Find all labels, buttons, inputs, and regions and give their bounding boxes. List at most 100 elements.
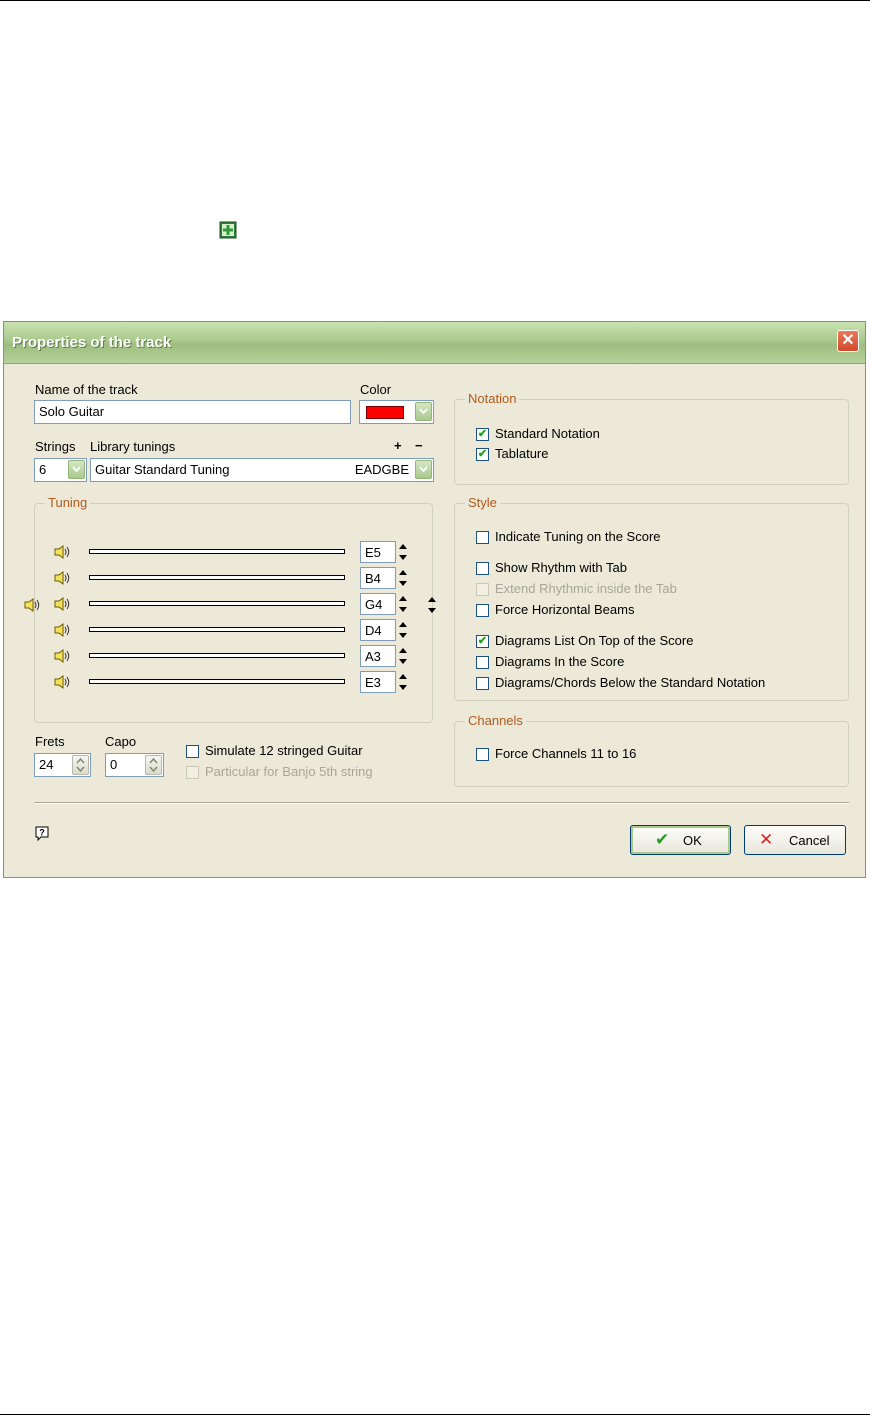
- page-bottom-rule: [0, 1414, 870, 1415]
- up-down-arrows-icon[interactable]: [397, 619, 409, 641]
- tuning-group-title: Tuning: [45, 495, 91, 510]
- string-note: E3: [365, 675, 381, 690]
- chevron-down-icon: [419, 408, 428, 415]
- capo-value: 0: [110, 757, 118, 772]
- notation-option-label: Tablature: [495, 446, 549, 461]
- string-note: B4: [365, 571, 381, 586]
- simulate-12-string-checkbox[interactable]: [186, 745, 199, 758]
- style-checkbox[interactable]: [476, 677, 489, 690]
- library-add-button[interactable]: +: [394, 438, 402, 453]
- help-icon[interactable]: ?: [34, 825, 50, 841]
- color-swatch: [366, 406, 404, 419]
- svg-text:?: ?: [39, 828, 45, 838]
- frets-spin-buttons[interactable]: [72, 755, 89, 775]
- frets-spinner[interactable]: 24: [34, 753, 91, 777]
- speaker-icon[interactable]: [54, 571, 72, 585]
- strings-label: Strings: [35, 439, 76, 454]
- string-note-box[interactable]: A3: [360, 645, 396, 667]
- style-option-label: Force Horizontal Beams: [495, 602, 635, 617]
- library-dropdown-button[interactable]: [415, 460, 432, 479]
- close-button[interactable]: ✕: [837, 330, 859, 352]
- string-note: D4: [365, 623, 382, 638]
- color-label: Color: [360, 382, 392, 397]
- cancel-label: Cancel: [789, 833, 830, 848]
- style-checkbox[interactable]: [476, 562, 489, 575]
- speaker-all-icon[interactable]: [24, 598, 42, 612]
- color-dropdown-button[interactable]: [415, 402, 432, 421]
- string-line: [89, 601, 345, 606]
- library-tuning-name: Guitar Standard Tuning: [95, 462, 230, 477]
- strings-dropdown-button[interactable]: [68, 460, 85, 479]
- string-note: A3: [365, 649, 381, 664]
- force-channels-label: Force Channels 11 to 16: [495, 746, 637, 761]
- strings-value: 6: [39, 462, 47, 477]
- dialog-titlebar: Properties of the track ✕: [4, 322, 865, 364]
- frets-value: 24: [39, 757, 54, 772]
- string-line: [89, 575, 345, 580]
- up-down-arrows-icon[interactable]: [397, 541, 409, 563]
- string-note-box[interactable]: E5: [360, 541, 396, 563]
- cancel-button[interactable]: ✕ Cancel: [744, 825, 846, 855]
- add-track-icon: [219, 221, 237, 239]
- bottom-separator: [34, 802, 849, 804]
- dialog-title: Properties of the track: [12, 334, 172, 351]
- up-down-arrows-icon[interactable]: [397, 567, 409, 589]
- style-option-label: Diagrams In the Score: [495, 654, 625, 669]
- string-line: [89, 679, 345, 684]
- style-checkbox[interactable]: [476, 656, 489, 669]
- string-note: G4: [365, 597, 383, 612]
- style-checkbox[interactable]: [476, 531, 489, 544]
- style-option-label: Diagrams List On Top of the Score: [495, 633, 694, 648]
- string-line: [89, 627, 345, 632]
- speaker-icon[interactable]: [54, 545, 72, 559]
- spin-arrows-icon: [76, 757, 85, 773]
- cancel-x-icon: ✕: [759, 830, 774, 849]
- capo-spin-buttons[interactable]: [145, 755, 162, 775]
- track-properties-dialog: Properties of the track ✕ Name of the tr…: [3, 321, 866, 878]
- speaker-icon[interactable]: [54, 597, 72, 611]
- frets-label: Frets: [35, 734, 65, 749]
- force-channels-checkbox[interactable]: [476, 748, 489, 761]
- page-top-rule: [0, 0, 870, 1]
- track-name-label: Name of the track: [35, 382, 138, 397]
- speaker-icon[interactable]: [54, 649, 72, 663]
- string-note: E5: [365, 545, 381, 560]
- library-tunings-select[interactable]: Guitar Standard Tuning EADGBE: [90, 458, 434, 482]
- speaker-icon[interactable]: [54, 675, 72, 689]
- notation-checkbox[interactable]: ✔: [476, 448, 489, 461]
- capo-label: Capo: [105, 734, 137, 749]
- speaker-icon[interactable]: [54, 623, 72, 637]
- string-note-box[interactable]: B4: [360, 567, 396, 589]
- style-checkbox[interactable]: [476, 583, 489, 596]
- up-down-arrows-icon[interactable]: [397, 671, 409, 693]
- notation-group-title: Notation: [465, 391, 520, 406]
- string-line: [89, 549, 345, 554]
- up-down-arrows-icon[interactable]: [397, 645, 409, 667]
- library-tunings-label: Library tunings: [90, 439, 176, 454]
- style-option-label: Show Rhythm with Tab: [495, 560, 627, 575]
- color-picker[interactable]: [359, 400, 434, 424]
- ok-button[interactable]: ✔ OK: [630, 825, 731, 855]
- chevron-down-icon: [72, 466, 81, 473]
- style-option-label: Indicate Tuning on the Score: [495, 529, 661, 544]
- track-name-input[interactable]: Solo Guitar: [34, 400, 351, 424]
- tune-all-arrows-icon[interactable]: [426, 594, 438, 616]
- banjo-5th-string-label: Particular for Banjo 5th string: [205, 764, 373, 779]
- string-note-box[interactable]: E3: [360, 671, 396, 693]
- string-note-box[interactable]: G4: [360, 593, 396, 615]
- style-checkbox[interactable]: ✔: [476, 635, 489, 648]
- notation-group: Notation: [454, 391, 849, 485]
- notation-option-label: Standard Notation: [495, 426, 600, 441]
- capo-spinner[interactable]: 0: [105, 753, 164, 777]
- checkmark-icon: ✔: [655, 830, 670, 849]
- up-down-arrows-icon[interactable]: [397, 593, 409, 615]
- style-option-label: Diagrams/Chords Below the Standard Notat…: [495, 675, 766, 690]
- library-tuning-notes: EADGBE: [354, 462, 409, 477]
- style-checkbox[interactable]: [476, 604, 489, 617]
- library-remove-button[interactable]: −: [415, 438, 423, 453]
- strings-select[interactable]: 6: [34, 458, 87, 482]
- string-note-box[interactable]: D4: [360, 619, 396, 641]
- chevron-down-icon: [419, 466, 428, 473]
- banjo-5th-string-checkbox[interactable]: [186, 766, 199, 779]
- notation-checkbox[interactable]: ✔: [476, 428, 489, 441]
